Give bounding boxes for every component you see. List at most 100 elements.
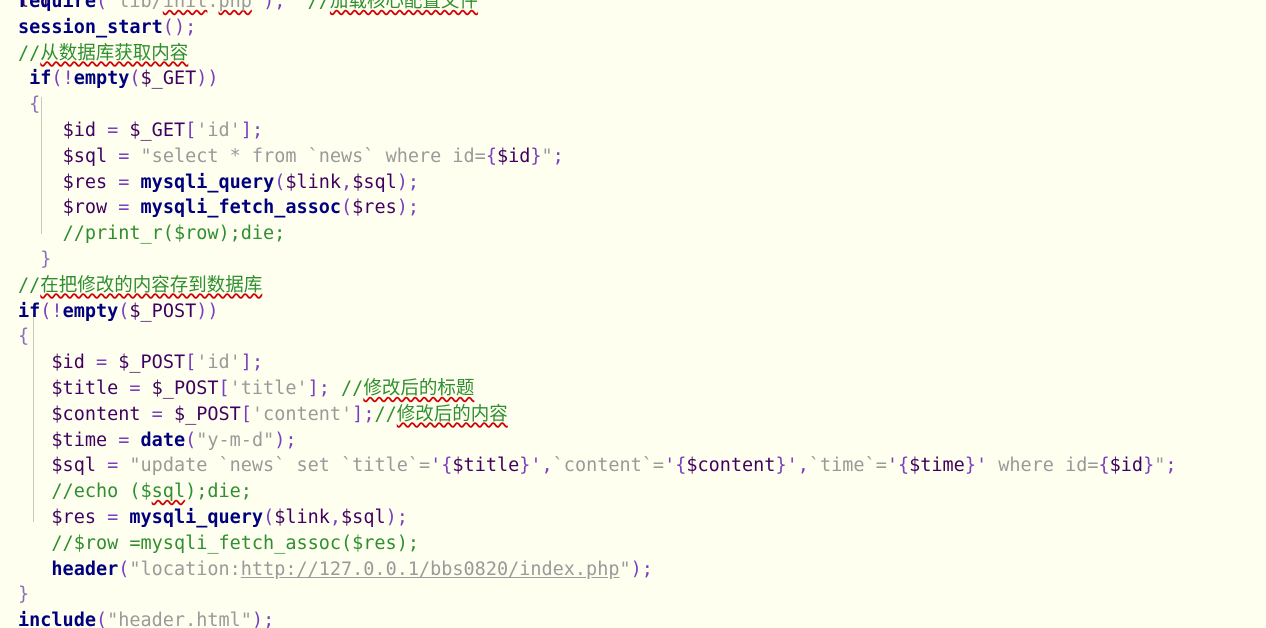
- variable-token: $_POST: [118, 352, 186, 374]
- punctuation-token: ;: [274, 0, 286, 12]
- string-token: ": [619, 558, 631, 580]
- comment-token: //echo ($: [51, 481, 152, 503]
- url-link-token[interactable]: http://127.0.0.1/bbs0820/index.php: [241, 559, 620, 580]
- string-token-misspelled: html: [196, 610, 241, 628]
- punctuation-token: }: [964, 455, 976, 477]
- code-line[interactable]: $title = $_POST['title']; //修改后的标题: [0, 376, 1266, 402]
- string-token: lib/: [118, 0, 163, 12]
- punctuation-token: ): [263, 0, 275, 12]
- variable-token: $id: [1109, 455, 1144, 477]
- code-line[interactable]: //$row =mysqli_fetch_assoc($res);: [0, 531, 1266, 557]
- code-line[interactable]: }: [0, 247, 1266, 273]
- variable-token: $id: [496, 145, 531, 167]
- code-line[interactable]: $res = mysqli_query($link,$sql);: [0, 505, 1266, 531]
- punctuation-token: (: [95, 610, 108, 628]
- code-line[interactable]: $sql = "update `news` set `title`='{$tit…: [0, 453, 1266, 479]
- variable-token: $time: [909, 455, 965, 477]
- keyword-token: date: [140, 429, 186, 451]
- punctuation-token: !: [51, 300, 63, 322]
- variable-token: $title: [452, 455, 520, 477]
- variable-token: $_POST: [129, 300, 197, 322]
- code-line[interactable]: session_start();: [0, 15, 1266, 41]
- punctuation-token: ': [430, 455, 442, 477]
- string-token: ": [107, 0, 119, 12]
- punctuation-token: =: [118, 197, 130, 219]
- code-line[interactable]: $id = $_GET['id'];: [0, 118, 1266, 144]
- punctuation-token: ): [385, 506, 397, 528]
- variable-token: $id: [51, 352, 85, 374]
- comment-token: );die;: [185, 481, 252, 503]
- code-line[interactable]: //从数据库获取内容: [0, 41, 1266, 67]
- code-lines-container[interactable]: require("lib/init.php"); //加载核心配置文件 sessi…: [0, 0, 1266, 628]
- string-token: "update `news` set `title`=: [129, 455, 431, 477]
- comment-token: //: [18, 274, 41, 296]
- code-line[interactable]: $sql = "select * from `news` where id={$…: [0, 144, 1266, 170]
- brace-token: {: [18, 326, 30, 348]
- punctuation-token: =: [129, 377, 141, 399]
- variable-token: $sql: [352, 171, 397, 193]
- variable-token: $_GET: [140, 68, 197, 90]
- code-line[interactable]: //print_r($row);die;: [0, 221, 1266, 247]
- punctuation-token: ): [396, 171, 408, 193]
- string-token: ": [541, 145, 553, 167]
- code-line[interactable]: require("lib/init.php"); //加载核心配置文件: [0, 0, 1266, 15]
- code-line[interactable]: if(!empty($_GET)): [0, 66, 1266, 92]
- code-line[interactable]: $id = $_POST['id'];: [0, 350, 1266, 376]
- code-line[interactable]: }: [0, 582, 1266, 608]
- brace-token: {: [29, 94, 41, 116]
- keyword-token: header: [51, 558, 119, 580]
- punctuation-token: }: [775, 455, 787, 477]
- code-editor-pane[interactable]: { } require("lib/init.php"); //加载核心配置文件s…: [0, 0, 1266, 628]
- punctuation-token: (: [118, 558, 130, 580]
- punctuation-token: =: [95, 352, 108, 374]
- string-token: "location:: [129, 558, 241, 580]
- punctuation-token: ': [530, 455, 542, 477]
- punctuation-token: ]: [352, 403, 364, 425]
- punctuation-token: (: [263, 506, 275, 528]
- code-line[interactable]: if(!empty($_POST)): [0, 299, 1266, 325]
- string-token: ": [251, 0, 264, 12]
- punctuation-token: ]: [240, 352, 252, 374]
- punctuation-token: [: [218, 377, 230, 399]
- code-line[interactable]: {: [0, 324, 1266, 350]
- code-line[interactable]: $row = mysqli_fetch_assoc($res);: [0, 195, 1266, 221]
- code-line[interactable]: include("header.html");: [0, 608, 1266, 628]
- code-line[interactable]: $res = mysqli_query($link,$sql);: [0, 170, 1266, 196]
- function-token: mysqli_fetch_assoc: [140, 197, 342, 219]
- punctuation-token: ;: [185, 16, 197, 38]
- punctuation-token: ): [396, 197, 408, 219]
- punctuation-token: !: [62, 68, 74, 90]
- code-line[interactable]: $content = $_POST['content'];//修改后的内容: [0, 402, 1266, 428]
- code-line[interactable]: $time = date("y-m-d");: [0, 428, 1266, 454]
- code-line[interactable]: //在把修改的内容存到数据库: [0, 273, 1266, 299]
- variable-token: $title: [51, 377, 119, 399]
- punctuation-token: ': [664, 455, 676, 477]
- string-token: "y-m-d": [196, 429, 275, 451]
- punctuation-token: =: [118, 171, 130, 193]
- keyword-token: empty: [73, 68, 130, 90]
- code-line[interactable]: header("location:http://127.0.0.1/bbs082…: [0, 557, 1266, 583]
- variable-token: $sql: [62, 145, 108, 167]
- code-line[interactable]: {: [0, 92, 1266, 118]
- punctuation-token: ;: [251, 352, 264, 374]
- code-line[interactable]: //echo ($sql);die;: [0, 479, 1266, 505]
- string-token: ": [240, 610, 252, 628]
- variable-token: $link: [274, 506, 330, 528]
- punctuation-token: (: [129, 68, 141, 90]
- punctuation-token: ,: [329, 506, 342, 528]
